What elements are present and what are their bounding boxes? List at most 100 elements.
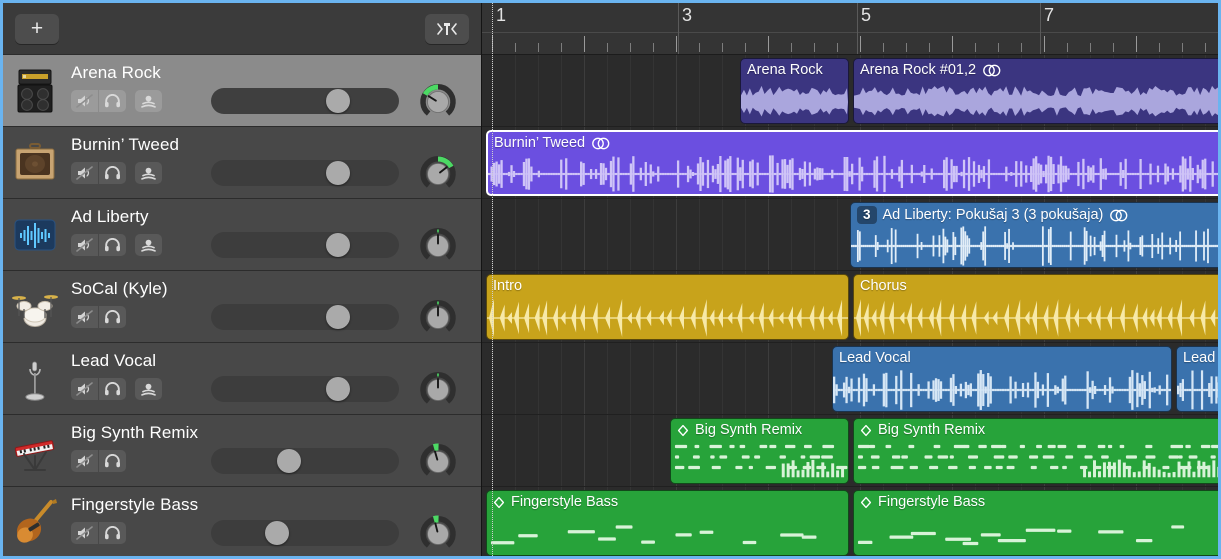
volume-slider[interactable] xyxy=(211,232,399,258)
region-label: Chorus xyxy=(860,278,907,294)
pan-knob-icon xyxy=(419,155,457,193)
pan-knob[interactable] xyxy=(419,299,457,337)
volume-slider-thumb[interactable] xyxy=(326,89,350,113)
region[interactable]: Lead xyxy=(1176,346,1218,412)
volume-slider-thumb[interactable] xyxy=(326,305,350,329)
add-track-button[interactable]: + xyxy=(15,14,59,44)
volume-slider[interactable] xyxy=(211,88,399,114)
region[interactable]: Intro xyxy=(486,274,849,340)
midi-note-display xyxy=(487,513,848,555)
volume-slider-thumb[interactable] xyxy=(326,377,350,401)
volume-slider[interactable] xyxy=(211,160,399,186)
region-name: Fingerstyle Bass xyxy=(511,494,618,510)
region-name: Arena Rock xyxy=(747,62,823,78)
track-header-components-button[interactable] xyxy=(425,14,469,44)
solo-button[interactable] xyxy=(99,306,126,328)
pan-knob[interactable] xyxy=(419,227,457,265)
volume-slider[interactable] xyxy=(211,448,399,474)
track-header-body: Big Synth Remix xyxy=(71,415,481,486)
pan-knob[interactable] xyxy=(419,155,457,193)
track-header-fingerstyle-bass[interactable]: Fingerstyle Bass xyxy=(3,487,481,556)
track-header-arena-rock[interactable]: Arena Rock xyxy=(3,55,481,127)
ruler-tick xyxy=(1136,36,1137,52)
region[interactable]: Fingerstyle Bass xyxy=(486,490,849,556)
combo-amp-icon xyxy=(11,138,59,188)
track-header-body: Arena Rock xyxy=(71,55,481,126)
track-lane[interactable]: Lead VocalLead xyxy=(482,343,1218,415)
region[interactable]: Arena Rock #01,2 xyxy=(853,58,1218,124)
solo-button[interactable] xyxy=(99,162,126,184)
volume-slider-thumb[interactable] xyxy=(326,161,350,185)
pan-knob[interactable] xyxy=(419,83,457,121)
timeline-ruler[interactable]: 1357 xyxy=(482,3,1218,55)
track-lane[interactable]: Intro Chorus xyxy=(482,271,1218,343)
mute-button[interactable] xyxy=(71,306,98,328)
region[interactable]: Big Synth Remix xyxy=(853,418,1218,484)
pan-knob[interactable] xyxy=(419,371,457,409)
track-name-label: Fingerstyle Bass xyxy=(71,495,198,515)
ruler-tick xyxy=(607,43,608,52)
solo-button[interactable] xyxy=(99,378,126,400)
keyboard-synth-icon xyxy=(11,425,59,477)
volume-slider-thumb[interactable] xyxy=(265,521,289,545)
region[interactable]: Chorus xyxy=(853,274,1218,340)
volume-slider-thumb[interactable] xyxy=(326,233,350,257)
region-name: Fingerstyle Bass xyxy=(878,494,985,510)
region[interactable]: Burnin’ Tweed xyxy=(486,130,1218,196)
track-header-burnin-tweed[interactable]: Burnin’ Tweed xyxy=(3,127,481,199)
region[interactable]: Fingerstyle Bass xyxy=(853,490,1218,556)
audio-waveform-display xyxy=(854,81,1218,123)
track-lane[interactable]: Big Synth Remix Big Synth Remix xyxy=(482,415,1218,487)
midi-note-display xyxy=(671,441,848,483)
volume-slider[interactable] xyxy=(211,376,399,402)
record-enable-button[interactable] xyxy=(135,234,162,256)
record-enable-button[interactable] xyxy=(135,162,162,184)
record-enable-button[interactable] xyxy=(135,90,162,112)
audio-waveform-display xyxy=(741,81,848,123)
track-header-ad-liberty[interactable]: Ad Liberty xyxy=(3,199,481,271)
mute-button[interactable] xyxy=(71,234,98,256)
region[interactable]: Lead Vocal xyxy=(832,346,1172,412)
record-enable-button[interactable] xyxy=(135,378,162,400)
pan-knob[interactable] xyxy=(419,515,457,553)
solo-button[interactable] xyxy=(99,450,126,472)
track-header-body: Fingerstyle Bass xyxy=(71,487,481,556)
volume-slider-thumb[interactable] xyxy=(277,449,301,473)
region[interactable]: Big Synth Remix xyxy=(670,418,849,484)
region-name: Big Synth Remix xyxy=(695,422,802,438)
ruler-tick xyxy=(952,36,953,52)
mute-button[interactable] xyxy=(71,162,98,184)
mute-button[interactable] xyxy=(71,378,98,400)
track-header-big-synth-remix[interactable]: Big Synth Remix xyxy=(3,415,481,487)
region-label: Big Synth Remix xyxy=(860,422,985,438)
solo-button[interactable] xyxy=(99,234,126,256)
solo-button[interactable] xyxy=(99,90,126,112)
mute-button[interactable] xyxy=(71,450,98,472)
pan-knob[interactable] xyxy=(419,443,457,481)
region[interactable]: Arena Rock xyxy=(740,58,849,124)
volume-slider[interactable] xyxy=(211,304,399,330)
region[interactable]: 3Ad Liberty: Pokušaj 3 (3 pokušaja) xyxy=(850,202,1218,268)
track-lane[interactable]: Fingerstyle Bass Fingerstyle Bass xyxy=(482,487,1218,556)
ruler-bar-label: 1 xyxy=(492,5,506,26)
track-lane[interactable]: 3Ad Liberty: Pokušaj 3 (3 pokušaja) xyxy=(482,199,1218,271)
volume-slider-track xyxy=(211,376,399,402)
track-lane[interactable]: Burnin’ Tweed xyxy=(482,127,1218,199)
pan-knob-icon xyxy=(419,83,457,121)
mute-button[interactable] xyxy=(71,90,98,112)
mute-button[interactable] xyxy=(71,522,98,544)
ruler-tick xyxy=(998,43,999,52)
playhead[interactable] xyxy=(492,3,493,556)
ruler-tick xyxy=(1205,43,1206,52)
combo-amp-icon xyxy=(11,137,59,189)
track-controls xyxy=(71,450,126,472)
track-lane[interactable]: Arena Rock Arena Rock #01,2 xyxy=(482,55,1218,127)
solo-button[interactable] xyxy=(99,522,126,544)
volume-slider-track xyxy=(211,88,399,114)
region-name: Chorus xyxy=(860,278,907,294)
track-header-socal-kyle[interactable]: SoCal (Kyle) xyxy=(3,271,481,343)
ruler-tick xyxy=(630,43,631,52)
mute-icon xyxy=(76,526,93,540)
track-header-lead-vocal[interactable]: Lead Vocal xyxy=(3,343,481,415)
volume-slider[interactable] xyxy=(211,520,399,546)
